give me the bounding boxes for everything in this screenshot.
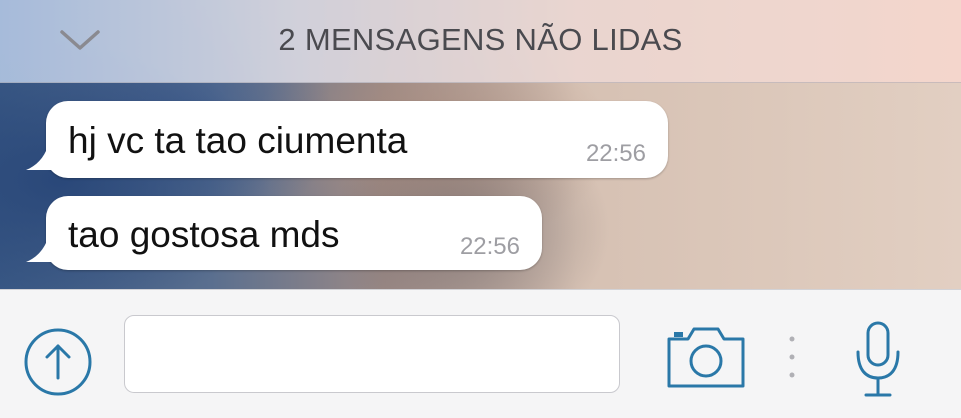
unread-count-label: 2 MENSAGENS NÃO LIDAS bbox=[278, 22, 683, 57]
upload-arrow-icon[interactable] bbox=[22, 326, 94, 398]
message-timestamp: 22:56 bbox=[585, 140, 646, 167]
message-bubble[interactable]: hj vc ta tao ciumenta 22:56 bbox=[26, 101, 668, 178]
microphone-icon[interactable] bbox=[852, 320, 904, 400]
camera-icon[interactable] bbox=[666, 325, 746, 389]
message-text-field[interactable] bbox=[124, 315, 620, 393]
chat-screen: 2 MENSAGENS NÃO LIDAS hj vc ta tao ciume… bbox=[0, 0, 961, 418]
message-text: hj vc ta tao ciumenta bbox=[68, 120, 408, 161]
bubble-tail bbox=[26, 232, 64, 262]
bubble-tail bbox=[26, 140, 64, 170]
unread-messages-banner[interactable]: 2 MENSAGENS NÃO LIDAS bbox=[0, 0, 961, 83]
message-text: tao gostosa mds bbox=[68, 214, 340, 255]
vertical-dots-divider bbox=[789, 336, 795, 378]
message-bubble[interactable]: tao gostosa mds 22:56 bbox=[26, 196, 542, 270]
message-timestamp: 22:56 bbox=[459, 233, 520, 260]
message-input-bar bbox=[0, 289, 961, 418]
